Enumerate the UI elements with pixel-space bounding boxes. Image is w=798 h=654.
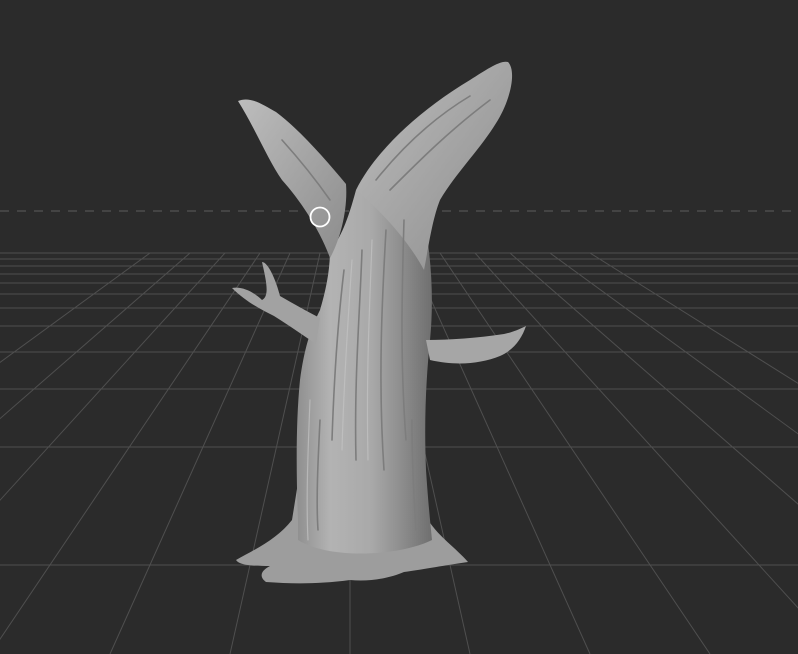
tree-branch-left (238, 99, 347, 258)
viewport-canvas[interactable] (0, 0, 798, 654)
3d-viewport[interactable] (0, 0, 798, 654)
tree-model[interactable] (232, 61, 526, 584)
